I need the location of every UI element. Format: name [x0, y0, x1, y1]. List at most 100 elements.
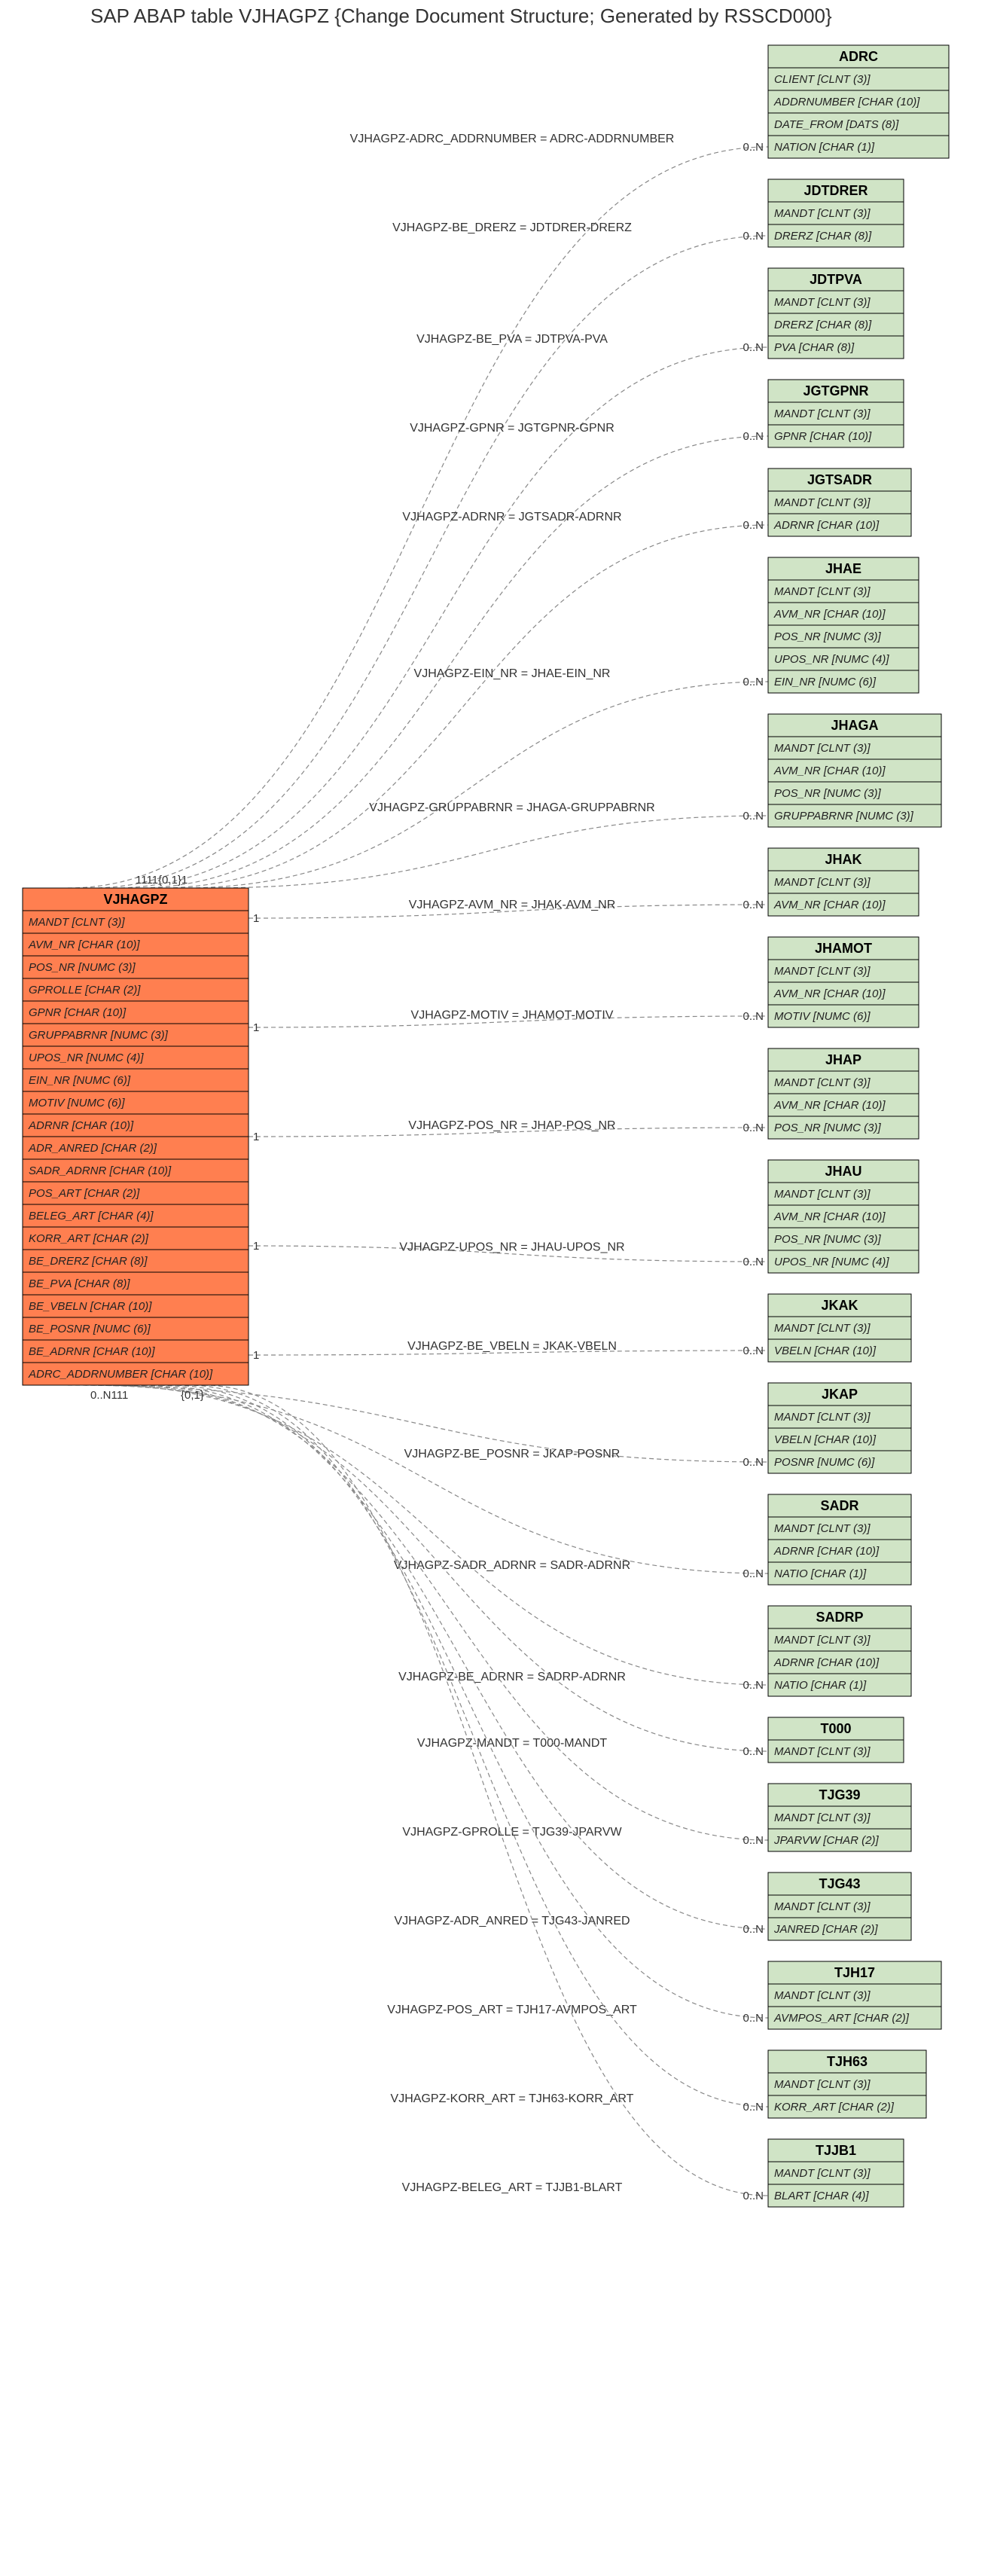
- table-field: UPOS_NR [NUMC (4)]: [29, 1051, 144, 1064]
- table-field: BE_POSNR [NUMC (6)]: [29, 1323, 151, 1335]
- table-header: JDTDRER: [804, 183, 868, 198]
- cardinality-cluster-top: 1111{0,1}1: [136, 874, 188, 887]
- table-field: DRERZ [CHAR (8)]: [774, 319, 872, 331]
- table-header: TJG39: [819, 1787, 860, 1802]
- table-field: ADRNR [CHAR (10)]: [773, 519, 880, 532]
- edge-label: VJHAGPZ-EIN_NR = JHAE-EIN_NR: [414, 667, 611, 680]
- cardinality-label: 0..N: [743, 519, 764, 532]
- table-header: JHAE: [825, 561, 861, 576]
- table-field: AVM_NR [CHAR (10)]: [773, 987, 886, 1000]
- table-field: MANDT [CLNT (3)]: [774, 2167, 871, 2180]
- edge-label: VJHAGPZ-BE_DRERZ = JDTDRER-DRERZ: [392, 221, 632, 234]
- table-field: MANDT [CLNT (3)]: [774, 1411, 871, 1424]
- edge-label: VJHAGPZ-KORR_ART = TJH63-KORR_ART: [391, 2092, 634, 2105]
- table-field: MANDT [CLNT (3)]: [774, 742, 871, 755]
- table-field: POS_ART [CHAR (2)]: [29, 1187, 140, 1200]
- table-header: ADRC: [839, 49, 878, 64]
- table-field: DATE_FROM [DATS (8)]: [774, 118, 899, 131]
- edge-label: VJHAGPZ-ADRC_ADDRNUMBER = ADRC-ADDRNUMBE…: [350, 133, 675, 145]
- table-field: VBELN [CHAR (10)]: [774, 1433, 877, 1446]
- cardinality-label: 0..N: [743, 810, 764, 823]
- cardinality-cluster-bottom: 0..N111: [90, 1389, 128, 1402]
- table-header: T000: [820, 1721, 851, 1736]
- table-field: GRUPPABRNR [NUMC (3)]: [774, 810, 914, 823]
- table-field: MANDT [CLNT (3)]: [774, 585, 871, 598]
- edge-label: VJHAGPZ-SADR_ADRNR = SADR-ADRNR: [394, 1559, 630, 1572]
- table-field: POS_NR [NUMC (3)]: [774, 787, 882, 800]
- table-field: MOTIV [NUMC (6)]: [774, 1010, 871, 1023]
- table-field: GRUPPABRNR [NUMC (3)]: [29, 1029, 169, 1042]
- edge-label: VJHAGPZ-MOTIV = JHAMOT-MOTIV: [411, 1009, 614, 1022]
- table-field: ADRNR [CHAR (10)]: [28, 1119, 134, 1132]
- edge-label: VJHAGPZ-ADR_ANRED = TJG43-JANRED: [394, 1915, 630, 1927]
- cardinality-label: 1: [253, 1131, 259, 1143]
- table-header: JHAP: [825, 1052, 861, 1067]
- table-field: MANDT [CLNT (3)]: [774, 1811, 871, 1824]
- cardinality-label: 0..N: [743, 899, 764, 911]
- table-header: JHAU: [825, 1164, 861, 1179]
- table-header: JGTSADR: [807, 472, 872, 487]
- page-title: SAP ABAP table VJHAGPZ {Change Document …: [90, 5, 832, 27]
- table-field: AVM_NR [CHAR (10)]: [28, 939, 140, 951]
- table-field: PVA [CHAR (8)]: [774, 341, 855, 354]
- edge-label: VJHAGPZ-AVM_NR = JHAK-AVM_NR: [409, 899, 616, 911]
- cardinality-label: 0..N: [743, 2101, 764, 2114]
- cardinality-label: 1: [253, 912, 259, 925]
- table-field: BLART [CHAR (4)]: [774, 2190, 869, 2202]
- relation-edge: [153, 1385, 769, 1929]
- table-header: TJJB1: [816, 2143, 856, 2158]
- table-field: NATIO [CHAR (1)]: [774, 1567, 867, 1580]
- relation-edge: [136, 436, 768, 888]
- table-field: NATIO [CHAR (1)]: [774, 1679, 867, 1692]
- cardinality-label: 0..N: [743, 1679, 764, 1692]
- table-field: MANDT [CLNT (3)]: [774, 1989, 871, 2002]
- edge-label: VJHAGPZ-BE_VBELN = JKAK-VBELN: [407, 1340, 617, 1353]
- table-field: BE_PVA [CHAR (8)]: [29, 1277, 130, 1290]
- edge-label: VJHAGPZ-BE_PVA = JDTPVA-PVA: [416, 333, 608, 346]
- cardinality-label: 1: [253, 1349, 259, 1362]
- table-field: POS_NR [NUMC (3)]: [774, 630, 882, 643]
- cardinality-label: 0..N: [743, 230, 764, 243]
- table-field: MANDT [CLNT (3)]: [774, 1522, 871, 1535]
- cardinality-label: 0..N: [743, 2190, 764, 2202]
- table-field: SADR_ADRNR [CHAR (10)]: [29, 1164, 172, 1177]
- table-field: EIN_NR [NUMC (6)]: [29, 1074, 131, 1087]
- relation-edge: [187, 1385, 769, 2107]
- table-field: DRERZ [CHAR (8)]: [774, 230, 872, 243]
- table-field: ADRNR [CHAR (10)]: [773, 1656, 880, 1669]
- table-field: POSNR [NUMC (6)]: [774, 1456, 875, 1469]
- edge-label: VJHAGPZ-BE_POSNR = JKAP-POSNR: [404, 1448, 621, 1460]
- table-header: VJHAGPZ: [103, 892, 167, 907]
- table-header: TJH17: [834, 1965, 875, 1980]
- table-field: KORR_ART [CHAR (2)]: [29, 1232, 149, 1245]
- cardinality-label: 0..N: [743, 1834, 764, 1847]
- table-field: MANDT [CLNT (3)]: [774, 876, 871, 889]
- table-field: JPARVW [CHAR (2)]: [773, 1834, 879, 1847]
- edge-label: VJHAGPZ-BE_ADRNR = SADRP-ADRNR: [398, 1671, 626, 1683]
- table-field: POS_NR [NUMC (3)]: [774, 1233, 882, 1246]
- edge-label: VJHAGPZ-BELEG_ART = TJJB1-BLART: [402, 2181, 623, 2194]
- table-field: EIN_NR [NUMC (6)]: [774, 676, 877, 688]
- table-field: ADRNR [CHAR (10)]: [773, 1545, 880, 1558]
- edge-label: VJHAGPZ-POS_NR = JHAP-POS_NR: [408, 1119, 615, 1132]
- table-field: UPOS_NR [NUMC (4)]: [774, 1256, 889, 1268]
- relation-edge: [119, 1385, 769, 1751]
- edge-label: VJHAGPZ-ADRNR = JGTSADR-ADRNR: [402, 511, 621, 523]
- table-header: SADR: [820, 1498, 858, 1513]
- table-field: MANDT [CLNT (3)]: [774, 1076, 871, 1089]
- cardinality-label: 0..N: [743, 1122, 764, 1134]
- table-header: JKAP: [822, 1387, 858, 1402]
- edge-label: VJHAGPZ-MANDT = T000-MANDT: [417, 1737, 608, 1750]
- table-field: AVMPOS_ART [CHAR (2)]: [773, 2012, 910, 2025]
- table-field: MANDT [CLNT (3)]: [774, 1900, 871, 1913]
- table-field: MANDT [CLNT (3)]: [774, 1634, 871, 1647]
- table-field: BE_ADRNR [CHAR (10)]: [29, 1345, 155, 1358]
- table-field: GPROLLE [CHAR (2)]: [29, 984, 141, 997]
- table-field: JANRED [CHAR (2)]: [773, 1923, 878, 1936]
- cardinality-label: 0..N: [743, 1256, 764, 1268]
- relation-edge: [85, 1385, 769, 1573]
- table-header: JGTGPNR: [803, 383, 868, 398]
- table-field: CLIENT [CLNT (3)]: [774, 73, 871, 86]
- table-header: JHAGA: [831, 718, 878, 733]
- cardinality-label: 0..N: [743, 141, 764, 154]
